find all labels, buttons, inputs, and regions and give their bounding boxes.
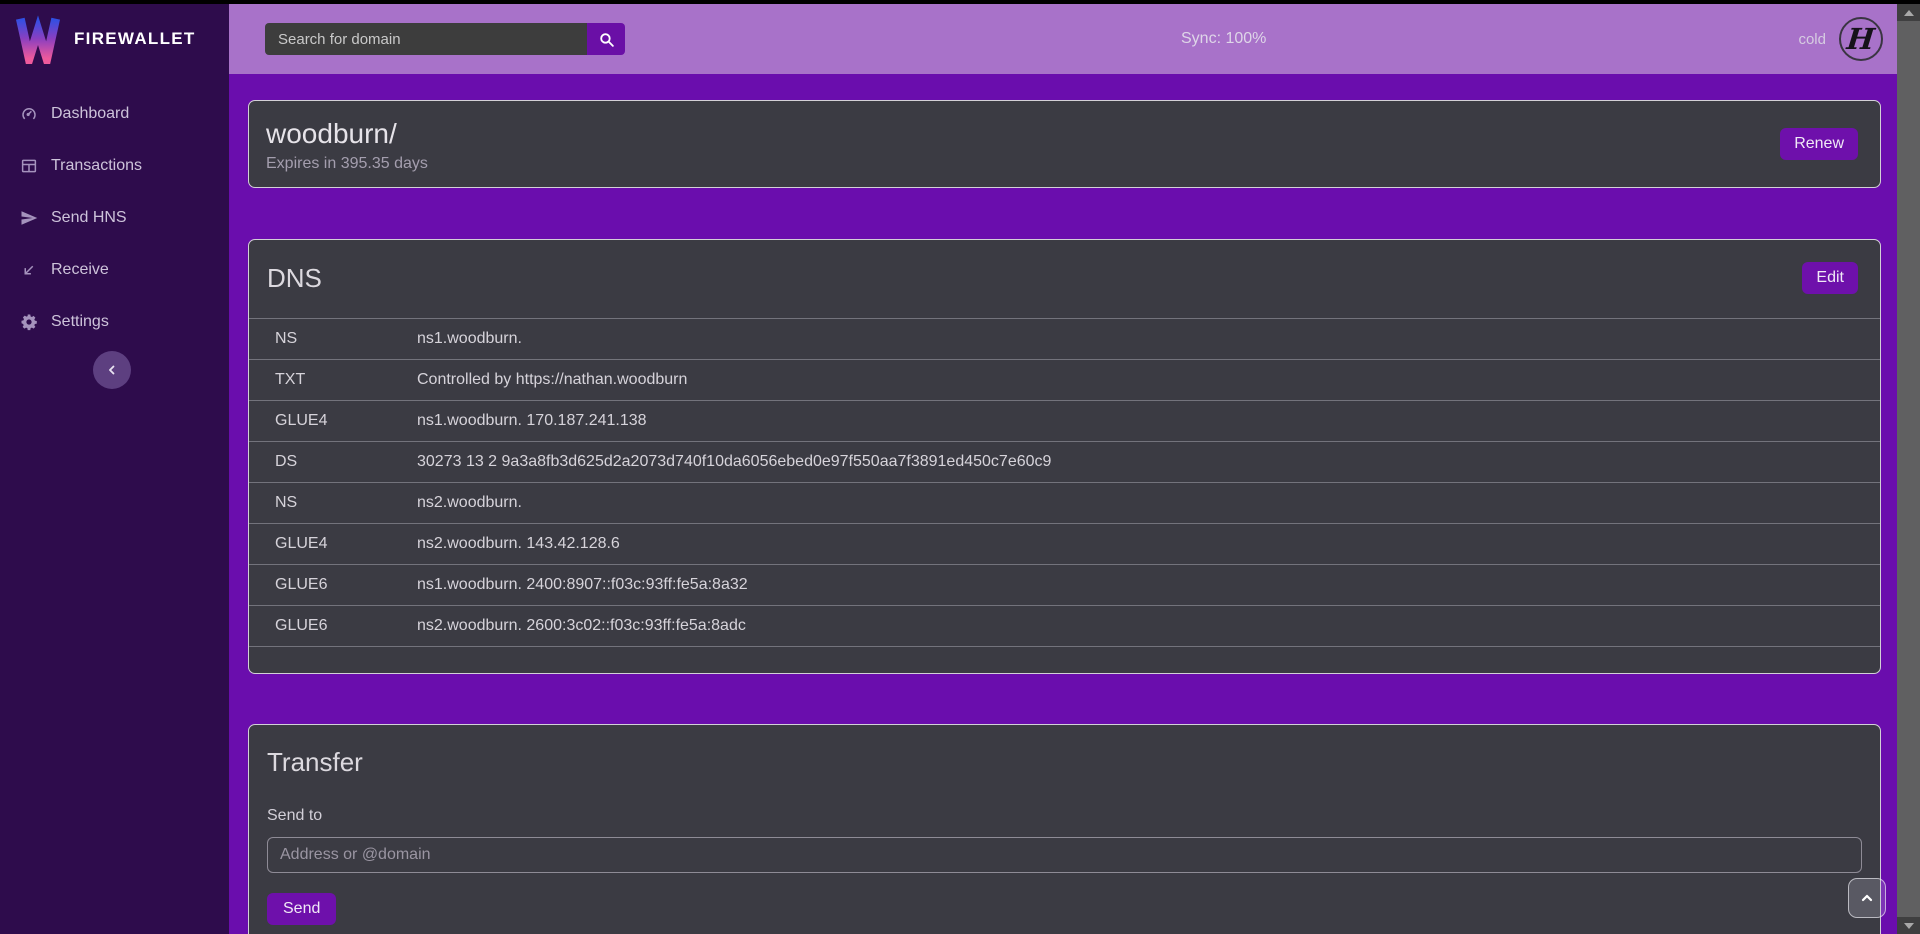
send-button[interactable]: Send <box>267 893 336 925</box>
dns-card: DNS Edit NSns1.woodburn.TXTControlled by… <box>248 239 1881 674</box>
dns-record-row: GLUE4ns1.woodburn. 170.187.241.138 <box>249 401 1880 442</box>
sidebar-collapse-button[interactable] <box>93 351 131 389</box>
dns-record-row: TXTControlled by https://nathan.woodburn <box>249 360 1880 401</box>
handshake-logo-icon: H <box>1846 25 1876 54</box>
dns-record-value: Controlled by https://nathan.woodburn <box>417 360 1880 401</box>
sidebar-item-label: Transactions <box>51 157 142 175</box>
dns-record-type: TXT <box>249 360 417 401</box>
edit-dns-button[interactable]: Edit <box>1802 262 1858 294</box>
domain-expiry: Expires in 395.35 days <box>266 155 428 173</box>
send-paper-plane-icon <box>20 208 40 228</box>
main-area: Sync: 100% cold H woodburn/ Expires in 3… <box>229 4 1897 934</box>
sidebar-item-label: Dashboard <box>51 105 129 123</box>
dns-record-type: GLUE4 <box>249 401 417 442</box>
domain-info: woodburn/ Expires in 395.35 days <box>266 116 428 173</box>
topbar: Sync: 100% cold H <box>229 4 1897 74</box>
settings-gear-icon <box>20 312 40 332</box>
scrollbar-thumb[interactable] <box>1897 21 1920 917</box>
transfer-title: Transfer <box>267 747 1862 777</box>
scrollbar-up-button[interactable] <box>1897 4 1920 21</box>
sync-status: Sync: 100% <box>1181 30 1266 48</box>
sidebar-item-send-hns[interactable]: Send HNS <box>0 192 229 244</box>
domain-search <box>265 23 625 55</box>
window-scrollbar[interactable] <box>1897 4 1920 934</box>
dns-record-row: GLUE6ns1.woodburn. 2400:8907::f03c:93ff:… <box>249 565 1880 606</box>
dns-record-value: ns2.woodburn. <box>417 483 1880 524</box>
scroll-to-top-button[interactable] <box>1848 878 1886 918</box>
page-content: woodburn/ Expires in 395.35 days Renew D… <box>229 74 1897 934</box>
brand-name: FIREWALLET <box>74 29 196 49</box>
dns-record-value: ns1.woodburn. 170.187.241.138 <box>417 401 1880 442</box>
page-title: woodburn/ <box>266 116 428 152</box>
sidebar-header: FIREWALLET <box>0 4 229 74</box>
dashboard-gauge-icon <box>20 104 40 124</box>
search-icon <box>598 31 615 48</box>
dns-record-value: ns2.woodburn. 143.42.128.6 <box>417 524 1880 565</box>
dns-record-type: GLUE6 <box>249 565 417 606</box>
dns-record-value: 30273 13 2 9a3a8fb3d625d2a2073d740f10da6… <box>417 442 1880 483</box>
dns-record-value: ns1.woodburn. <box>417 319 1880 360</box>
dns-record-row: DS30273 13 2 9a3a8fb3d625d2a2073d740f10d… <box>249 442 1880 483</box>
sidebar-nav: Dashboard Transactions Send HNS Receive <box>0 88 229 348</box>
dns-table-body: NSns1.woodburn.TXTControlled by https://… <box>249 319 1880 647</box>
topbar-right: cold H <box>1798 17 1897 61</box>
dns-record-type: NS <box>249 319 417 360</box>
chevron-left-icon <box>105 363 119 377</box>
domain-header-card: woodburn/ Expires in 395.35 days Renew <box>248 100 1881 188</box>
dns-table: NSns1.woodburn.TXTControlled by https://… <box>249 318 1880 647</box>
sidebar-item-transactions[interactable]: Transactions <box>0 140 229 192</box>
sidebar-item-label: Receive <box>51 261 109 279</box>
sidebar-item-receive[interactable]: Receive <box>0 244 229 296</box>
scroll-up-arrow-icon <box>1904 10 1914 16</box>
wallet-avatar[interactable]: H <box>1839 17 1883 61</box>
app-window: FIREWALLET Dashboard Transactions Send H… <box>0 4 1920 934</box>
renew-button[interactable]: Renew <box>1780 128 1858 160</box>
dns-record-row: NSns2.woodburn. <box>249 483 1880 524</box>
dns-record-value: ns1.woodburn. 2400:8907::f03c:93ff:fe5a:… <box>417 565 1880 606</box>
send-to-label: Send to <box>267 807 1862 825</box>
wallet-name: cold <box>1798 31 1826 48</box>
search-button[interactable] <box>587 23 625 55</box>
transfer-card: Transfer Send to Send <box>248 724 1881 934</box>
sidebar-item-label: Send HNS <box>51 209 127 227</box>
search-input[interactable] <box>265 23 587 55</box>
sidebar-item-label: Settings <box>51 313 109 331</box>
dns-record-type: GLUE4 <box>249 524 417 565</box>
dns-record-row: GLUE6ns2.woodburn. 2600:3c02::f03c:93ff:… <box>249 606 1880 647</box>
sidebar-item-settings[interactable]: Settings <box>0 296 229 348</box>
sidebar-item-dashboard[interactable]: Dashboard <box>0 88 229 140</box>
scrollbar-down-button[interactable] <box>1897 917 1920 934</box>
transactions-table-icon <box>20 156 40 176</box>
dns-record-type: NS <box>249 483 417 524</box>
dns-title: DNS <box>267 263 322 293</box>
firewallet-logo-icon <box>15 14 61 64</box>
dns-record-row: NSns1.woodburn. <box>249 319 1880 360</box>
dns-record-row: GLUE4ns2.woodburn. 143.42.128.6 <box>249 524 1880 565</box>
transfer-address-input[interactable] <box>267 837 1862 873</box>
scroll-down-arrow-icon <box>1904 923 1914 929</box>
sidebar: FIREWALLET Dashboard Transactions Send H… <box>0 4 229 934</box>
dns-card-header: DNS Edit <box>249 240 1880 318</box>
dns-record-value: ns2.woodburn. 2600:3c02::f03c:93ff:fe5a:… <box>417 606 1880 647</box>
receive-arrow-icon <box>20 260 40 280</box>
dns-record-type: GLUE6 <box>249 606 417 647</box>
dns-record-type: DS <box>249 442 417 483</box>
chevron-up-icon <box>1859 890 1875 906</box>
